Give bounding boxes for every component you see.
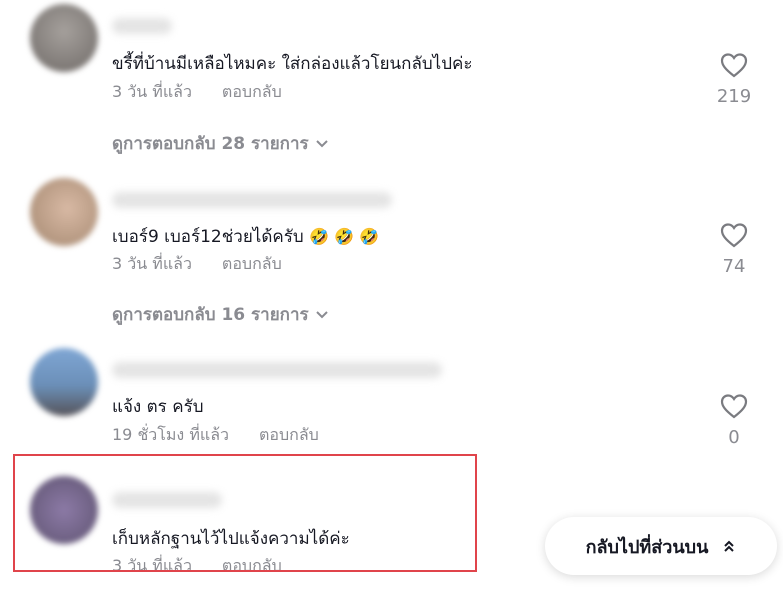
username[interactable] <box>112 362 442 378</box>
double-chevron-up-icon <box>724 540 735 552</box>
view-replies-label: ดูการตอบกลับ 28 รายการ <box>112 134 309 154</box>
chevron-down-icon <box>315 140 328 148</box>
comment-meta: 3 วัน ที่แล้ว ตอบกลับ <box>112 252 282 277</box>
back-to-top-label: กลับไปที่ส่วนบน <box>585 536 709 558</box>
view-replies-button[interactable]: ดูการตอบกลับ 28 รายการ <box>112 130 329 157</box>
reply-button[interactable]: ตอบกลับ <box>222 254 282 273</box>
heart-icon <box>720 53 748 78</box>
comment-meta: 3 วัน ที่แล้ว ตอบกลับ <box>112 80 282 105</box>
like-count: 219 <box>716 86 752 107</box>
highlight-box <box>13 454 477 572</box>
like-count: 74 <box>722 256 746 277</box>
comment-time: 19 ชั่วโมง ที่แล้ว <box>112 425 229 444</box>
heart-icon <box>720 394 748 419</box>
avatar[interactable] <box>30 178 98 246</box>
heart-icon <box>720 223 748 248</box>
comment-text: เบอร์9 เบอร์12ช่วยได้ครับ 🤣 🤣 🤣 <box>112 223 379 250</box>
comment-text: แจ้ง ตร ครับ <box>112 397 204 417</box>
comment-time: 3 วัน ที่แล้ว <box>112 82 192 101</box>
chevron-down-icon <box>315 311 328 319</box>
reply-button[interactable]: ตอบกลับ <box>259 425 319 444</box>
avatar[interactable] <box>30 348 98 416</box>
view-replies-button[interactable]: ดูการตอบกลับ 16 รายการ <box>112 301 329 328</box>
emoji: 🤣 🤣 🤣 <box>309 227 380 246</box>
like-button[interactable]: 0 <box>708 393 760 448</box>
username[interactable] <box>112 192 392 208</box>
comment-text-body: เบอร์9 เบอร์12ช่วยได้ครับ <box>112 227 304 247</box>
avatar[interactable] <box>30 4 98 72</box>
back-to-top-button[interactable]: กลับไปที่ส่วนบน <box>545 517 777 575</box>
like-button[interactable]: 74 <box>708 222 760 277</box>
comment-meta: 19 ชั่วโมง ที่แล้ว ตอบกลับ <box>112 423 319 448</box>
like-button[interactable]: 219 <box>708 52 760 107</box>
comment-time: 3 วัน ที่แล้ว <box>112 254 192 273</box>
reply-button[interactable]: ตอบกลับ <box>222 82 282 101</box>
comment-text: ขรี้ที่บ้านมีเหลือไหมคะ ใส่กล่องแล้วโยนก… <box>112 54 473 74</box>
view-replies-label: ดูการตอบกลับ 16 รายการ <box>112 305 309 325</box>
username[interactable] <box>112 18 172 34</box>
like-count: 0 <box>728 427 740 448</box>
